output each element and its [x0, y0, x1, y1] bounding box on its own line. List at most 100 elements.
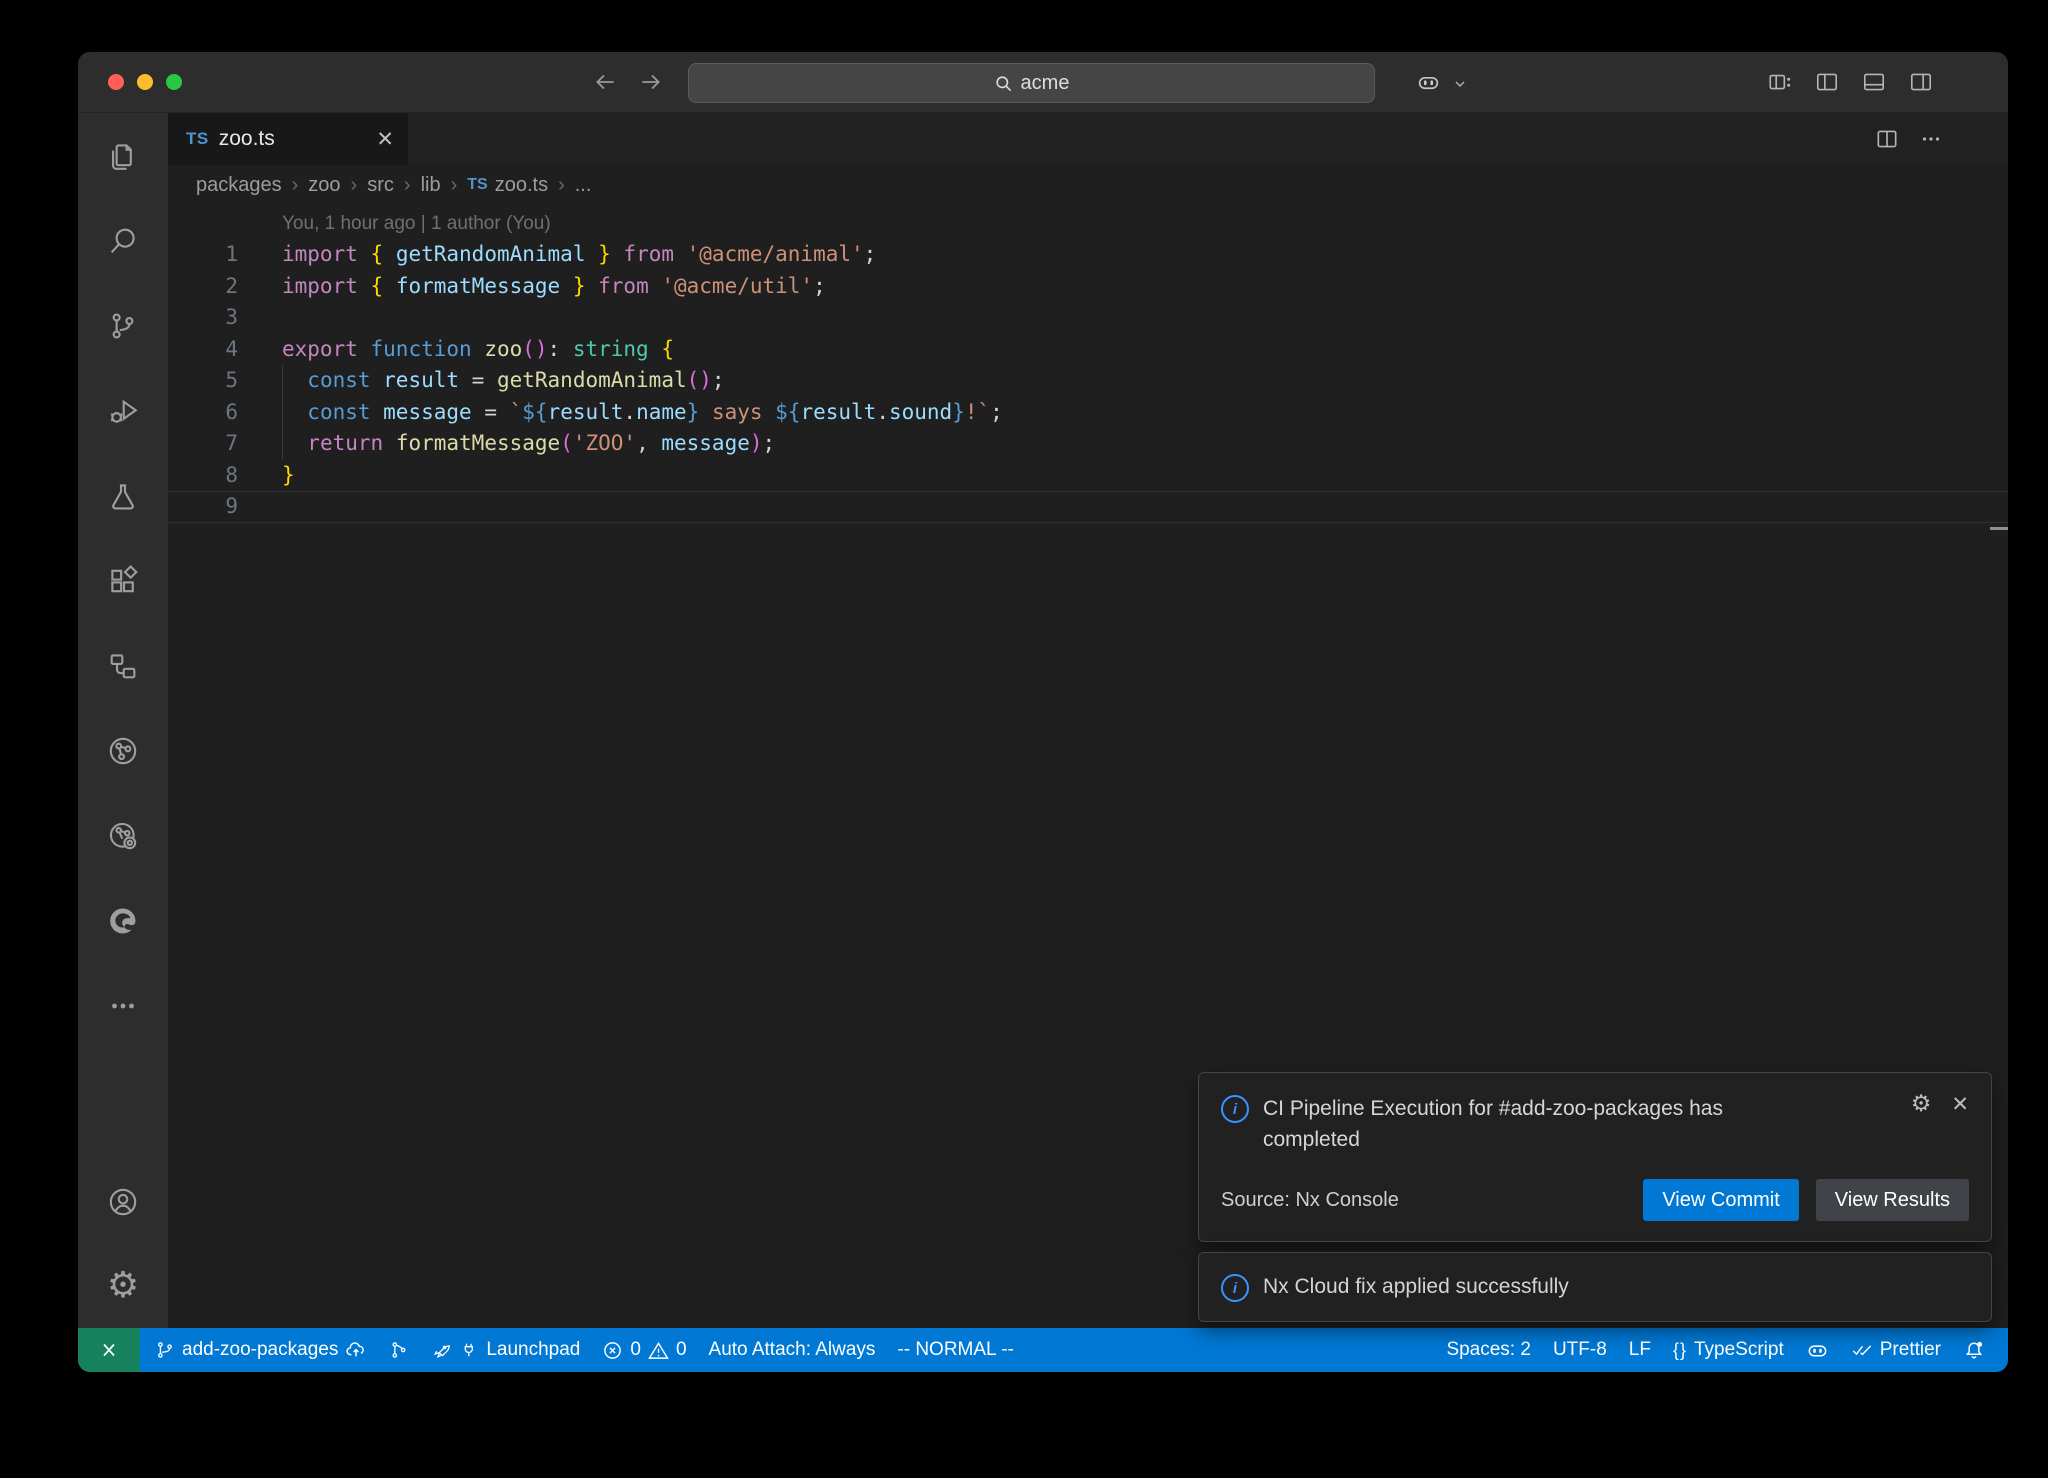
code-line[interactable]: 8} [168, 460, 2008, 492]
notification-settings-gear-icon[interactable]: ⚙ [1911, 1093, 1932, 1116]
line-number: 2 [168, 271, 238, 303]
references-icon[interactable] [78, 623, 168, 708]
breadcrumb-item[interactable]: ... [575, 174, 592, 197]
source-control-icon[interactable] [78, 283, 168, 368]
code-text: const message = `${result.name} says ${r… [238, 397, 1003, 429]
search-icon[interactable] [78, 198, 168, 283]
titlebar: acme [78, 52, 2008, 113]
code-lines: 1import { getRandomAnimal } from '@acme/… [168, 239, 2008, 523]
explorer-icon[interactable] [78, 113, 168, 198]
code-text [238, 491, 282, 523]
settings-gear-icon[interactable]: ⚙ [78, 1244, 168, 1328]
launchpad-item[interactable]: Launchpad [420, 1328, 591, 1372]
publish-cloud-icon [345, 1339, 367, 1361]
close-window-button[interactable] [108, 74, 124, 90]
toggle-panel-right-icon[interactable] [1908, 69, 1934, 95]
code-line[interactable]: 1import { getRandomAnimal } from '@acme/… [168, 239, 2008, 271]
code-text: } [238, 460, 295, 492]
traffic-lights [108, 74, 182, 90]
nx-cloud-icon[interactable] [78, 793, 168, 878]
notification-nx-cloud: i Nx Cloud fix applied successfully [1198, 1252, 1992, 1322]
breadcrumb-item[interactable]: src [367, 174, 394, 197]
code-line[interactable]: 4export function zoo(): string { [168, 334, 2008, 366]
code-text: return formatMessage('ZOO', message); [238, 428, 775, 460]
breadcrumb-separator-icon: › [292, 174, 299, 197]
edge-browser-icon[interactable] [78, 878, 168, 963]
activity-bar: ⚙ [78, 113, 168, 1328]
zoom-window-button[interactable] [166, 74, 182, 90]
copilot-icon [1806, 1339, 1829, 1362]
code-line[interactable]: 2import { formatMessage } from '@acme/ut… [168, 271, 2008, 303]
line-number: 4 [168, 334, 238, 366]
code-line[interactable]: 5 const result = getRandomAnimal(); [168, 365, 2008, 397]
problems-item[interactable]: 0 0 [591, 1328, 697, 1372]
typescript-file-icon: TS [186, 129, 209, 149]
code-line[interactable]: 9 [168, 491, 2008, 523]
notification-close-icon[interactable]: ✕ [1951, 1094, 1969, 1115]
more-views-icon[interactable] [78, 963, 168, 1048]
breadcrumb-item[interactable]: TSzoo.ts [467, 174, 548, 197]
chevron-down-icon[interactable] [1452, 76, 1468, 92]
notification-toasts: i CI Pipeline Execution for #add-zoo-pac… [1198, 1072, 1992, 1322]
breadcrumb-item[interactable]: packages [196, 174, 282, 197]
nx-console-icon[interactable] [78, 708, 168, 793]
encoding-item[interactable]: UTF-8 [1542, 1328, 1618, 1372]
breadcrumb-separator-icon: › [451, 174, 458, 197]
editor-actions [1874, 113, 1944, 165]
code-text: const result = getRandomAnimal(); [238, 365, 725, 397]
toggle-panel-bottom-icon[interactable] [1861, 69, 1887, 95]
line-number: 9 [168, 491, 238, 523]
command-center-search[interactable]: acme [688, 63, 1375, 103]
notification-source: Source: Nx Console [1221, 1189, 1399, 1212]
info-icon: i [1221, 1274, 1249, 1302]
language-label: TypeScript [1694, 1339, 1784, 1361]
braces-icon: {} [1673, 1340, 1687, 1361]
breadcrumb-item[interactable]: zoo [308, 174, 340, 197]
overview-ruler-mark [1990, 527, 2008, 530]
info-icon: i [1221, 1095, 1249, 1123]
git-graph-item[interactable] [378, 1328, 420, 1372]
line-number: 8 [168, 460, 238, 492]
customize-layout-icon[interactable] [1767, 69, 1793, 95]
navigate-back-icon[interactable] [592, 69, 618, 95]
plug-icon [459, 1340, 479, 1360]
view-commit-button[interactable]: View Commit [1643, 1179, 1798, 1221]
split-editor-icon[interactable] [1874, 126, 1900, 152]
eol-item[interactable]: LF [1618, 1328, 1662, 1372]
account-icon[interactable] [78, 1160, 168, 1244]
error-count: 0 [630, 1339, 641, 1361]
search-icon [994, 74, 1013, 93]
code-line[interactable]: 7 return formatMessage('ZOO', message); [168, 428, 2008, 460]
indentation-item[interactable]: Spaces: 2 [1435, 1328, 1542, 1372]
code-text: import { getRandomAnimal } from '@acme/a… [238, 239, 876, 271]
screenshot-canvas: { "titlebar": { "search_value": "acme", … [0, 0, 2048, 1478]
breadcrumb-separator-icon: › [558, 174, 565, 197]
code-line[interactable]: 6 const message = `${result.name} says $… [168, 397, 2008, 429]
auto-attach-item[interactable]: Auto Attach: Always [698, 1328, 887, 1372]
layout-controls [1767, 69, 1934, 95]
toggle-panel-left-icon[interactable] [1814, 69, 1840, 95]
tab-zoo-ts[interactable]: TS zoo.ts ✕ [168, 113, 408, 165]
close-tab-icon[interactable]: ✕ [376, 129, 394, 150]
remote-indicator[interactable] [78, 1328, 140, 1372]
copilot-icon[interactable] [1416, 70, 1441, 95]
code-line[interactable]: 3 [168, 302, 2008, 334]
git-branch-item[interactable]: add-zoo-packages [144, 1328, 378, 1372]
line-number: 5 [168, 365, 238, 397]
view-results-button[interactable]: View Results [1816, 1179, 1969, 1221]
more-actions-icon[interactable] [1918, 126, 1944, 152]
formatter-item[interactable]: Prettier [1840, 1328, 1952, 1372]
breadcrumb-separator-icon: › [404, 174, 411, 197]
minimize-window-button[interactable] [137, 74, 153, 90]
vim-mode-item[interactable]: -- NORMAL -- [886, 1328, 1024, 1372]
notifications-bell-item[interactable] [1952, 1328, 1996, 1372]
language-mode-item[interactable]: {} TypeScript [1662, 1328, 1795, 1372]
run-and-debug-icon[interactable] [78, 368, 168, 453]
code-text [238, 302, 282, 334]
navigate-forward-icon[interactable] [638, 69, 664, 95]
copilot-status-item[interactable] [1795, 1328, 1840, 1372]
breadcrumb-item[interactable]: lib [421, 174, 441, 197]
extensions-icon[interactable] [78, 538, 168, 623]
notification-message: CI Pipeline Execution for #add-zoo-packa… [1263, 1093, 1808, 1155]
testing-icon[interactable] [78, 453, 168, 538]
